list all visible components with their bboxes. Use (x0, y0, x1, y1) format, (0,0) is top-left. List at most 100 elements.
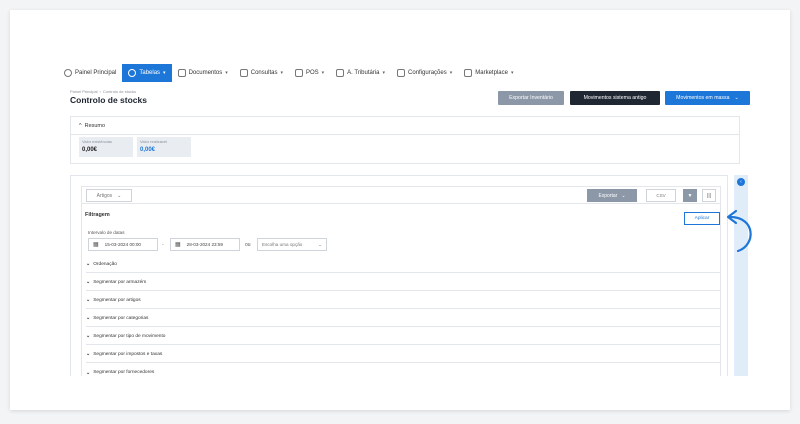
pos-icon (294, 69, 303, 77)
chevron-down-icon: ⌄ (86, 261, 91, 267)
nav-label: Tabelas (139, 70, 161, 76)
stat-value: 0,00€ (140, 147, 156, 153)
nav-label: A. Tributária (347, 70, 380, 76)
date-to-input[interactable]: ▦ 28-03-2024 23:59 (170, 238, 240, 251)
accordion-label: Segmentar por fornecedores (93, 370, 155, 375)
resumo-title: Resumo (84, 123, 106, 129)
nav-item-marketplace[interactable]: Marketplace ▾ (458, 64, 519, 82)
calendar-icon: ▦ (175, 242, 181, 248)
resumo-panel: ^ Resumo Valor existências 0,00€ Valor r… (70, 116, 740, 164)
breadcrumb: Painel Principal › Controlo de stocks (70, 89, 137, 94)
nav-label: Marketplace (475, 70, 508, 76)
export-inventory-button[interactable]: Exportar Inventário (498, 91, 564, 105)
clock-icon (64, 69, 72, 77)
grid-icon (464, 69, 473, 77)
chevron-down-icon: ▾ (280, 70, 283, 76)
chevron-down-icon: ⌄ (86, 351, 91, 357)
chevron-down-icon: ⌄ (86, 369, 91, 376)
stat-label: Valor realizável (140, 139, 168, 144)
accordion-impostos-taxas[interactable]: ⌄ Segmentar por impostos e taxas (86, 346, 720, 363)
divider (71, 134, 739, 135)
annotation-arrow-icon (726, 209, 752, 253)
nav-item-documentos[interactable]: Documentos ▾ (172, 64, 234, 82)
accordion-armazem[interactable]: ⌄ Segmentar por armazém (86, 274, 720, 291)
document-icon (177, 69, 186, 77)
nav-label: Painel Principal (75, 70, 117, 76)
export-button[interactable]: Exportar ⌄ (587, 189, 637, 202)
accordion-label: Segmentar por artigos (93, 297, 141, 303)
chevron-down-icon: ⌄ (86, 333, 91, 339)
filters-panel: Filtragem Aplicar Intervalo de datas ▦ 1… (81, 204, 721, 376)
settings-icon (397, 69, 406, 77)
nav-label: Configurações (408, 70, 447, 76)
bulk-movements-label: Movimentos em massa (676, 95, 730, 101)
nav-item-painel-principal[interactable]: Painel Principal (58, 64, 122, 82)
nav-label: Consultas (250, 70, 278, 76)
filters-title: Filtragem (85, 212, 110, 218)
or-label: ou (245, 242, 251, 248)
nav-item-configuracoes[interactable]: Configurações ▾ (391, 64, 458, 82)
chevron-down-icon: ▾ (225, 70, 228, 76)
chevron-down-icon: ⌄ (117, 192, 122, 199)
old-movements-button[interactable]: Movimentos sistema antigo (570, 91, 660, 105)
filter-icon[interactable]: ▼ (683, 189, 697, 202)
accordion-categorias[interactable]: ⌄ Segmentar por categorias (86, 310, 720, 327)
app-window: Painel Principal Tabelas ▾ Documentos ▾ … (58, 58, 765, 376)
nav-item-tabelas[interactable]: Tabelas ▾ (122, 64, 172, 82)
bulk-movements-button[interactable]: Movimentos em massa ⌄ (665, 91, 750, 105)
date-from-value: 15-03-2024 00:00 (104, 242, 141, 247)
resumo-toggle[interactable]: ^ Resumo (79, 123, 105, 129)
accordion-tipo-movimento[interactable]: ⌄ Segmentar por tipo de movimento (86, 328, 720, 345)
csv-button[interactable]: CSV (646, 189, 676, 202)
date-to-value: 28-03-2024 23:59 (186, 242, 223, 247)
accordion-label: Segmentar por armazém (93, 279, 147, 285)
chevron-down-icon: ⌄ (734, 95, 739, 101)
accordion-fornecedores[interactable]: ⌄ Segmentar por fornecedores (86, 364, 720, 376)
chevron-down-icon: ⌄ (318, 241, 322, 247)
chevron-up-icon: ^ (79, 123, 82, 129)
date-preset-select[interactable]: Escolha uma opção ⌄ (257, 238, 327, 251)
chevron-down-icon: ▾ (510, 70, 514, 76)
nav-item-a-tributaria[interactable]: A. Tributária ▾ (330, 64, 391, 82)
accordion-artigos[interactable]: ⌄ Segmentar por artigos (86, 292, 720, 309)
page-title: Controlo de stocks (70, 95, 147, 105)
breadcrumb-current: Controlo de stocks (102, 89, 137, 94)
chevron-down-icon: ⌄ (86, 279, 91, 285)
accordion-label: Segmentar por tipo de movimento (93, 333, 166, 339)
nav-label: POS (305, 70, 319, 76)
artigos-select-value: Artigos (96, 192, 113, 199)
chevron-down-icon: ▾ (163, 70, 166, 76)
chart-icon (239, 69, 248, 77)
date-from-input[interactable]: ▦ 15-03-2024 00:00 (88, 238, 158, 251)
breadcrumb-home[interactable]: Painel Principal (70, 89, 98, 94)
columns-icon[interactable]: ||| (702, 189, 716, 202)
chevron-down-icon: ⌄ (621, 192, 626, 199)
chevron-down-icon: ⌄ (86, 315, 91, 321)
date-interval-label: Intervalo de datas (88, 230, 125, 235)
nav-label: Documentos (188, 70, 223, 76)
chevron-down-icon: ▾ (382, 70, 386, 76)
tax-icon (336, 69, 345, 77)
top-nav: Painel Principal Tabelas ▾ Documentos ▾ … (58, 64, 765, 82)
nav-item-consultas[interactable]: Consultas ▾ (234, 64, 289, 82)
stat-label: Valor existências (82, 139, 112, 144)
date-separator: - (162, 242, 164, 248)
stat-valor-realizavel: Valor realizável 0,00€ (137, 137, 191, 157)
stat-value: 0,00€ (82, 147, 98, 153)
accordion-label: Ordenação (93, 261, 117, 267)
nav-item-pos[interactable]: POS ▾ (289, 64, 330, 82)
chevron-down-icon: ▾ (449, 70, 453, 76)
screenshot-card: Painel Principal Tabelas ▾ Documentos ▾ … (10, 10, 790, 410)
stat-valor-existencias: Valor existências 0,00€ (79, 137, 133, 157)
users-icon (128, 69, 137, 77)
artigos-select[interactable]: Artigos ⌄ (86, 189, 132, 202)
collapse-side-panel-icon[interactable]: ‹ (737, 178, 745, 186)
calendar-icon: ▦ (93, 242, 99, 248)
accordion-ordenacao[interactable]: ⌄ Ordenação (86, 256, 720, 273)
chevron-down-icon: ▾ (321, 70, 325, 76)
stock-panel: Artigos ⌄ Exportar ⌄ CSV ▼ ||| Filtragem… (70, 175, 728, 376)
accordion-label: Segmentar por categorias (93, 315, 149, 321)
date-preset-placeholder: Escolha uma opção (262, 242, 303, 247)
accordion-label: Segmentar por impostos e taxas (93, 351, 163, 357)
export-label: Exportar (598, 192, 618, 199)
